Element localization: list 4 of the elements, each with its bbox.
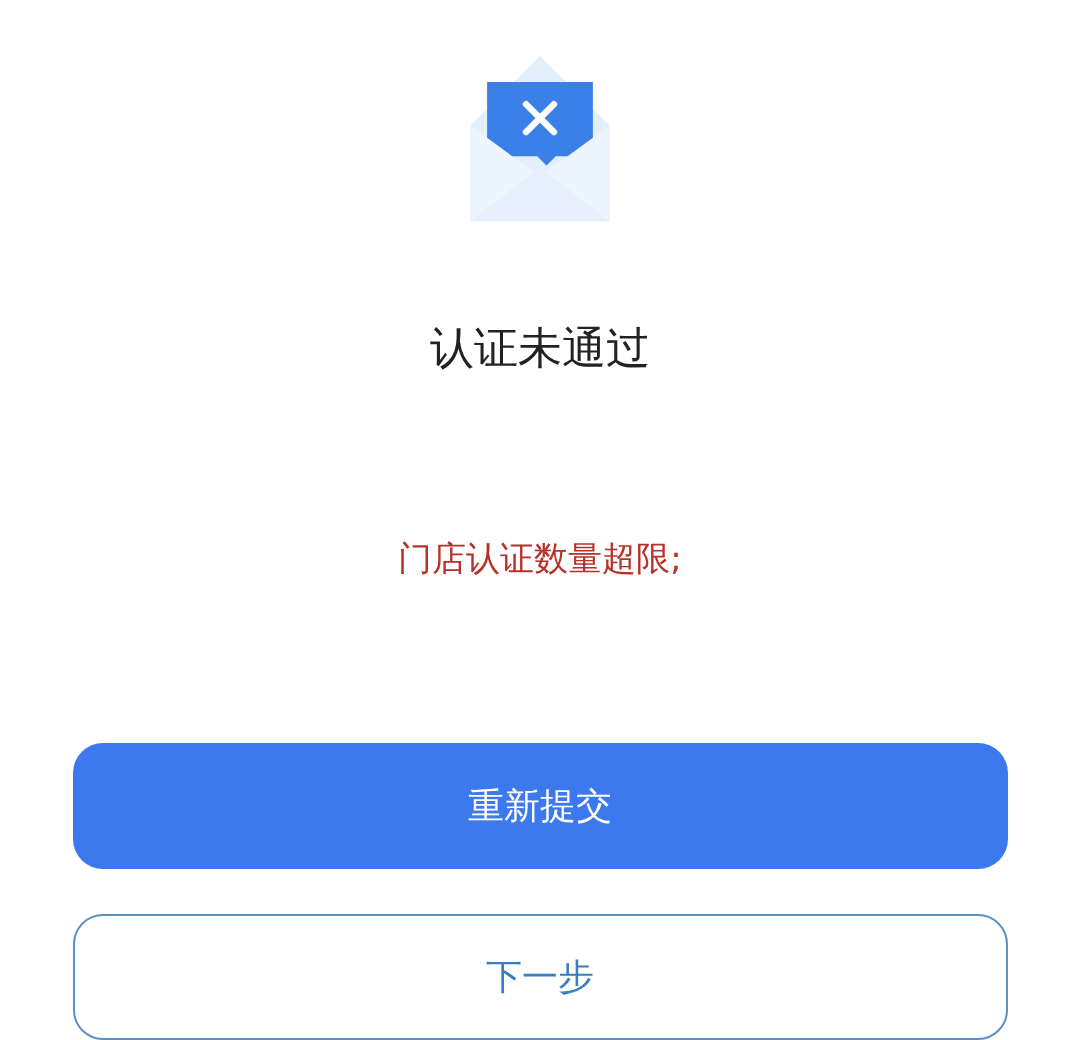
error-message: 门店认证数量超限; — [398, 537, 682, 580]
status-title: 认证未通过 — [430, 321, 650, 375]
next-button[interactable]: 下一步 — [72, 914, 1008, 1040]
resubmit-button[interactable]: 重新提交 — [72, 743, 1008, 869]
